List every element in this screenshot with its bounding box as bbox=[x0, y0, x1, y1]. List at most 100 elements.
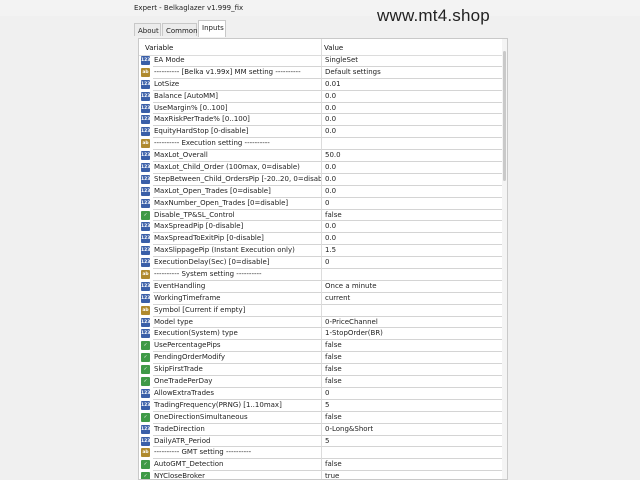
variable-value[interactable]: false bbox=[321, 376, 503, 388]
table-row[interactable]: ✓ Disable_TP&SL_Control false bbox=[139, 209, 503, 222]
table-row[interactable]: 123 TradeDirection 0-Long&Short bbox=[139, 423, 503, 436]
variable-value[interactable]: SingleSet bbox=[321, 55, 503, 67]
variable-value[interactable]: false bbox=[321, 364, 503, 377]
variable-value[interactable]: 0 bbox=[321, 257, 503, 270]
variable-value[interactable]: 0.0 bbox=[321, 114, 503, 127]
table-row[interactable]: ab ---------- Execution setting ---------… bbox=[139, 138, 503, 151]
variable-name: ExecutionDelay(Sec) [0=disable] bbox=[153, 257, 321, 270]
variable-value[interactable]: 0.01 bbox=[321, 78, 503, 91]
variable-name: TradeDirection bbox=[153, 424, 321, 436]
table-row[interactable]: ✓ PendingOrderModify false bbox=[139, 352, 503, 365]
table-row[interactable]: 123 StepBetween_Child_OrdersPip [-20..20,… bbox=[139, 173, 503, 186]
variable-value[interactable]: 1.5 bbox=[321, 245, 503, 258]
column-divider bbox=[321, 39, 322, 55]
table-row[interactable]: 123 MaxNumber_Open_Trades [0=disable] 0 bbox=[139, 197, 503, 210]
variable-value[interactable]: current bbox=[321, 292, 503, 305]
variable-name: EventHandling bbox=[153, 281, 321, 293]
numeric-type-icon: 123 bbox=[141, 127, 151, 137]
table-row[interactable]: 123 TradingFrequency(PRNG) [1..10max] 5 bbox=[139, 399, 503, 412]
table-row[interactable]: 123 MaxSlippagePip (Instant Execution onl… bbox=[139, 245, 503, 258]
table-row[interactable]: 123 LotSize 0.01 bbox=[139, 78, 503, 91]
variable-value[interactable]: 0.0 bbox=[321, 185, 503, 198]
table-row[interactable]: 123 MaxLot_Child_Order (100max, 0=disable… bbox=[139, 162, 503, 174]
table-row[interactable]: ab Symbol [Current if empty] bbox=[139, 304, 503, 317]
variable-value[interactable]: 0.0 bbox=[321, 126, 503, 139]
variable-name: EquityHardStop [0-disable] bbox=[153, 126, 321, 139]
table-row[interactable]: 123 MaxRiskPerTrade% [0..100] 0.0 bbox=[139, 114, 503, 127]
variable-value[interactable]: 0.0 bbox=[321, 90, 503, 103]
window-titlebar: Expert - Belkaglazer v1.999_fix bbox=[0, 0, 640, 16]
table-row[interactable]: ✓ OneDirectionSimultaneous false bbox=[139, 411, 503, 424]
variable-value[interactable]: 0.0 bbox=[321, 233, 503, 246]
boolean-type-icon: ✓ bbox=[141, 460, 150, 470]
table-row[interactable]: 123 MaxSpreadToExitPip [0-disable] 0.0 bbox=[139, 233, 503, 246]
variable-name: MaxSpreadPip [0-disable] bbox=[153, 221, 321, 234]
table-row[interactable]: ab ---------- GMT setting ---------- bbox=[139, 447, 503, 460]
variable-value[interactable]: false bbox=[321, 352, 503, 365]
variable-value[interactable]: 0.0 bbox=[321, 102, 503, 115]
variable-value[interactable]: 50.0 bbox=[321, 150, 503, 163]
variable-name: LotSize bbox=[153, 79, 321, 91]
table-row[interactable]: 123 AllowExtraTrades 0 bbox=[139, 387, 503, 400]
variable-value[interactable]: 0 bbox=[321, 387, 503, 400]
table-row[interactable]: ✓ NYCloseBroker true bbox=[139, 471, 503, 479]
table-row[interactable]: 123 MaxLot_Open_Trades [0=disable] 0.0 bbox=[139, 185, 503, 198]
variable-value[interactable]: false bbox=[321, 459, 503, 472]
numeric-type-icon: 123 bbox=[141, 436, 151, 446]
variable-name: MaxRiskPerTrade% [0..100] bbox=[153, 114, 321, 127]
numeric-type-icon: 123 bbox=[141, 163, 151, 173]
table-row[interactable]: 123 ExecutionDelay(Sec) [0=disable] 0 bbox=[139, 257, 503, 270]
table-row[interactable]: ab ---------- System setting ---------- bbox=[139, 269, 503, 281]
variable-name: MaxLot_Child_Order (100max, 0=disable) bbox=[153, 162, 321, 174]
variable-value[interactable]: 0.0 bbox=[321, 162, 503, 174]
variable-value[interactable]: false bbox=[321, 340, 503, 353]
numeric-type-icon: 123 bbox=[141, 258, 151, 268]
variable-value[interactable]: false bbox=[321, 411, 503, 424]
variable-name: Symbol [Current if empty] bbox=[153, 305, 321, 317]
variable-value[interactable]: false bbox=[321, 209, 503, 222]
vertical-scrollbar[interactable] bbox=[502, 39, 507, 479]
table-row[interactable]: 123 EventHandling Once a minute bbox=[139, 280, 503, 293]
scrollbar-thumb[interactable] bbox=[503, 51, 506, 181]
tab-inputs[interactable]: Inputs bbox=[198, 20, 226, 37]
table-row[interactable]: 123 MaxSpreadPip [0-disable] 0.0 bbox=[139, 221, 503, 234]
table-row[interactable]: 123 MaxLot_Overall 50.0 bbox=[139, 150, 503, 163]
column-header-value[interactable]: Value bbox=[324, 44, 343, 52]
variable-value[interactable] bbox=[321, 138, 503, 151]
tab-about[interactable]: About bbox=[134, 23, 161, 36]
variable-value[interactable]: 0.0 bbox=[321, 173, 503, 186]
table-row[interactable]: 123 WorkingTimeframe current bbox=[139, 292, 503, 305]
numeric-type-icon: 123 bbox=[141, 186, 151, 196]
table-row[interactable]: ✓ AutoGMT_Detection false bbox=[139, 459, 503, 472]
table-row[interactable]: 123 EquityHardStop [0-disable] 0.0 bbox=[139, 126, 503, 139]
variable-value[interactable]: Default settings bbox=[321, 66, 503, 79]
variable-value[interactable]: 0-Long&Short bbox=[321, 423, 503, 436]
variable-value[interactable]: 0-PriceChannel bbox=[321, 316, 503, 329]
table-row[interactable]: 123 EA Mode SingleSet bbox=[139, 55, 503, 67]
variable-value[interactable]: true bbox=[321, 471, 503, 479]
table-row[interactable]: ✓ OneTradePerDay false bbox=[139, 376, 503, 388]
table-row[interactable]: ✓ UsePercentagePips false bbox=[139, 340, 503, 353]
table-row[interactable]: ✓ SkipFirstTrade false bbox=[139, 364, 503, 377]
table-row[interactable]: ab ---------- [Belka v1.99x] MM setting -… bbox=[139, 66, 503, 79]
variable-value[interactable]: 0.0 bbox=[321, 221, 503, 234]
table-row[interactable]: 123 Balance [AutoMM] 0.0 bbox=[139, 90, 503, 103]
table-row[interactable]: 123 DailyATR_Period 5 bbox=[139, 435, 503, 448]
variable-value[interactable] bbox=[321, 269, 503, 281]
variable-value[interactable]: 0 bbox=[321, 197, 503, 210]
numeric-type-icon: 123 bbox=[141, 79, 151, 89]
tab-common[interactable]: Common bbox=[162, 23, 198, 36]
variable-value[interactable]: 5 bbox=[321, 399, 503, 412]
variable-value[interactable]: 1-StopOrder(BR) bbox=[321, 328, 503, 341]
variable-value[interactable]: Once a minute bbox=[321, 280, 503, 293]
column-header-variable[interactable]: Variable bbox=[145, 44, 173, 52]
variable-value[interactable] bbox=[321, 304, 503, 317]
variable-name: MaxNumber_Open_Trades [0=disable] bbox=[153, 198, 321, 210]
variable-name: UsePercentagePips bbox=[153, 340, 321, 353]
table-row[interactable]: 123 Model type 0-PriceChannel bbox=[139, 316, 503, 329]
variable-value[interactable] bbox=[321, 447, 503, 460]
table-row[interactable]: 123 Execution(System) type 1-StopOrder(BR) bbox=[139, 328, 503, 341]
variable-value[interactable]: 5 bbox=[321, 435, 503, 448]
table-row[interactable]: 123 UseMargin% [0..100] 0.0 bbox=[139, 102, 503, 115]
string-type-icon: ab bbox=[141, 305, 150, 315]
